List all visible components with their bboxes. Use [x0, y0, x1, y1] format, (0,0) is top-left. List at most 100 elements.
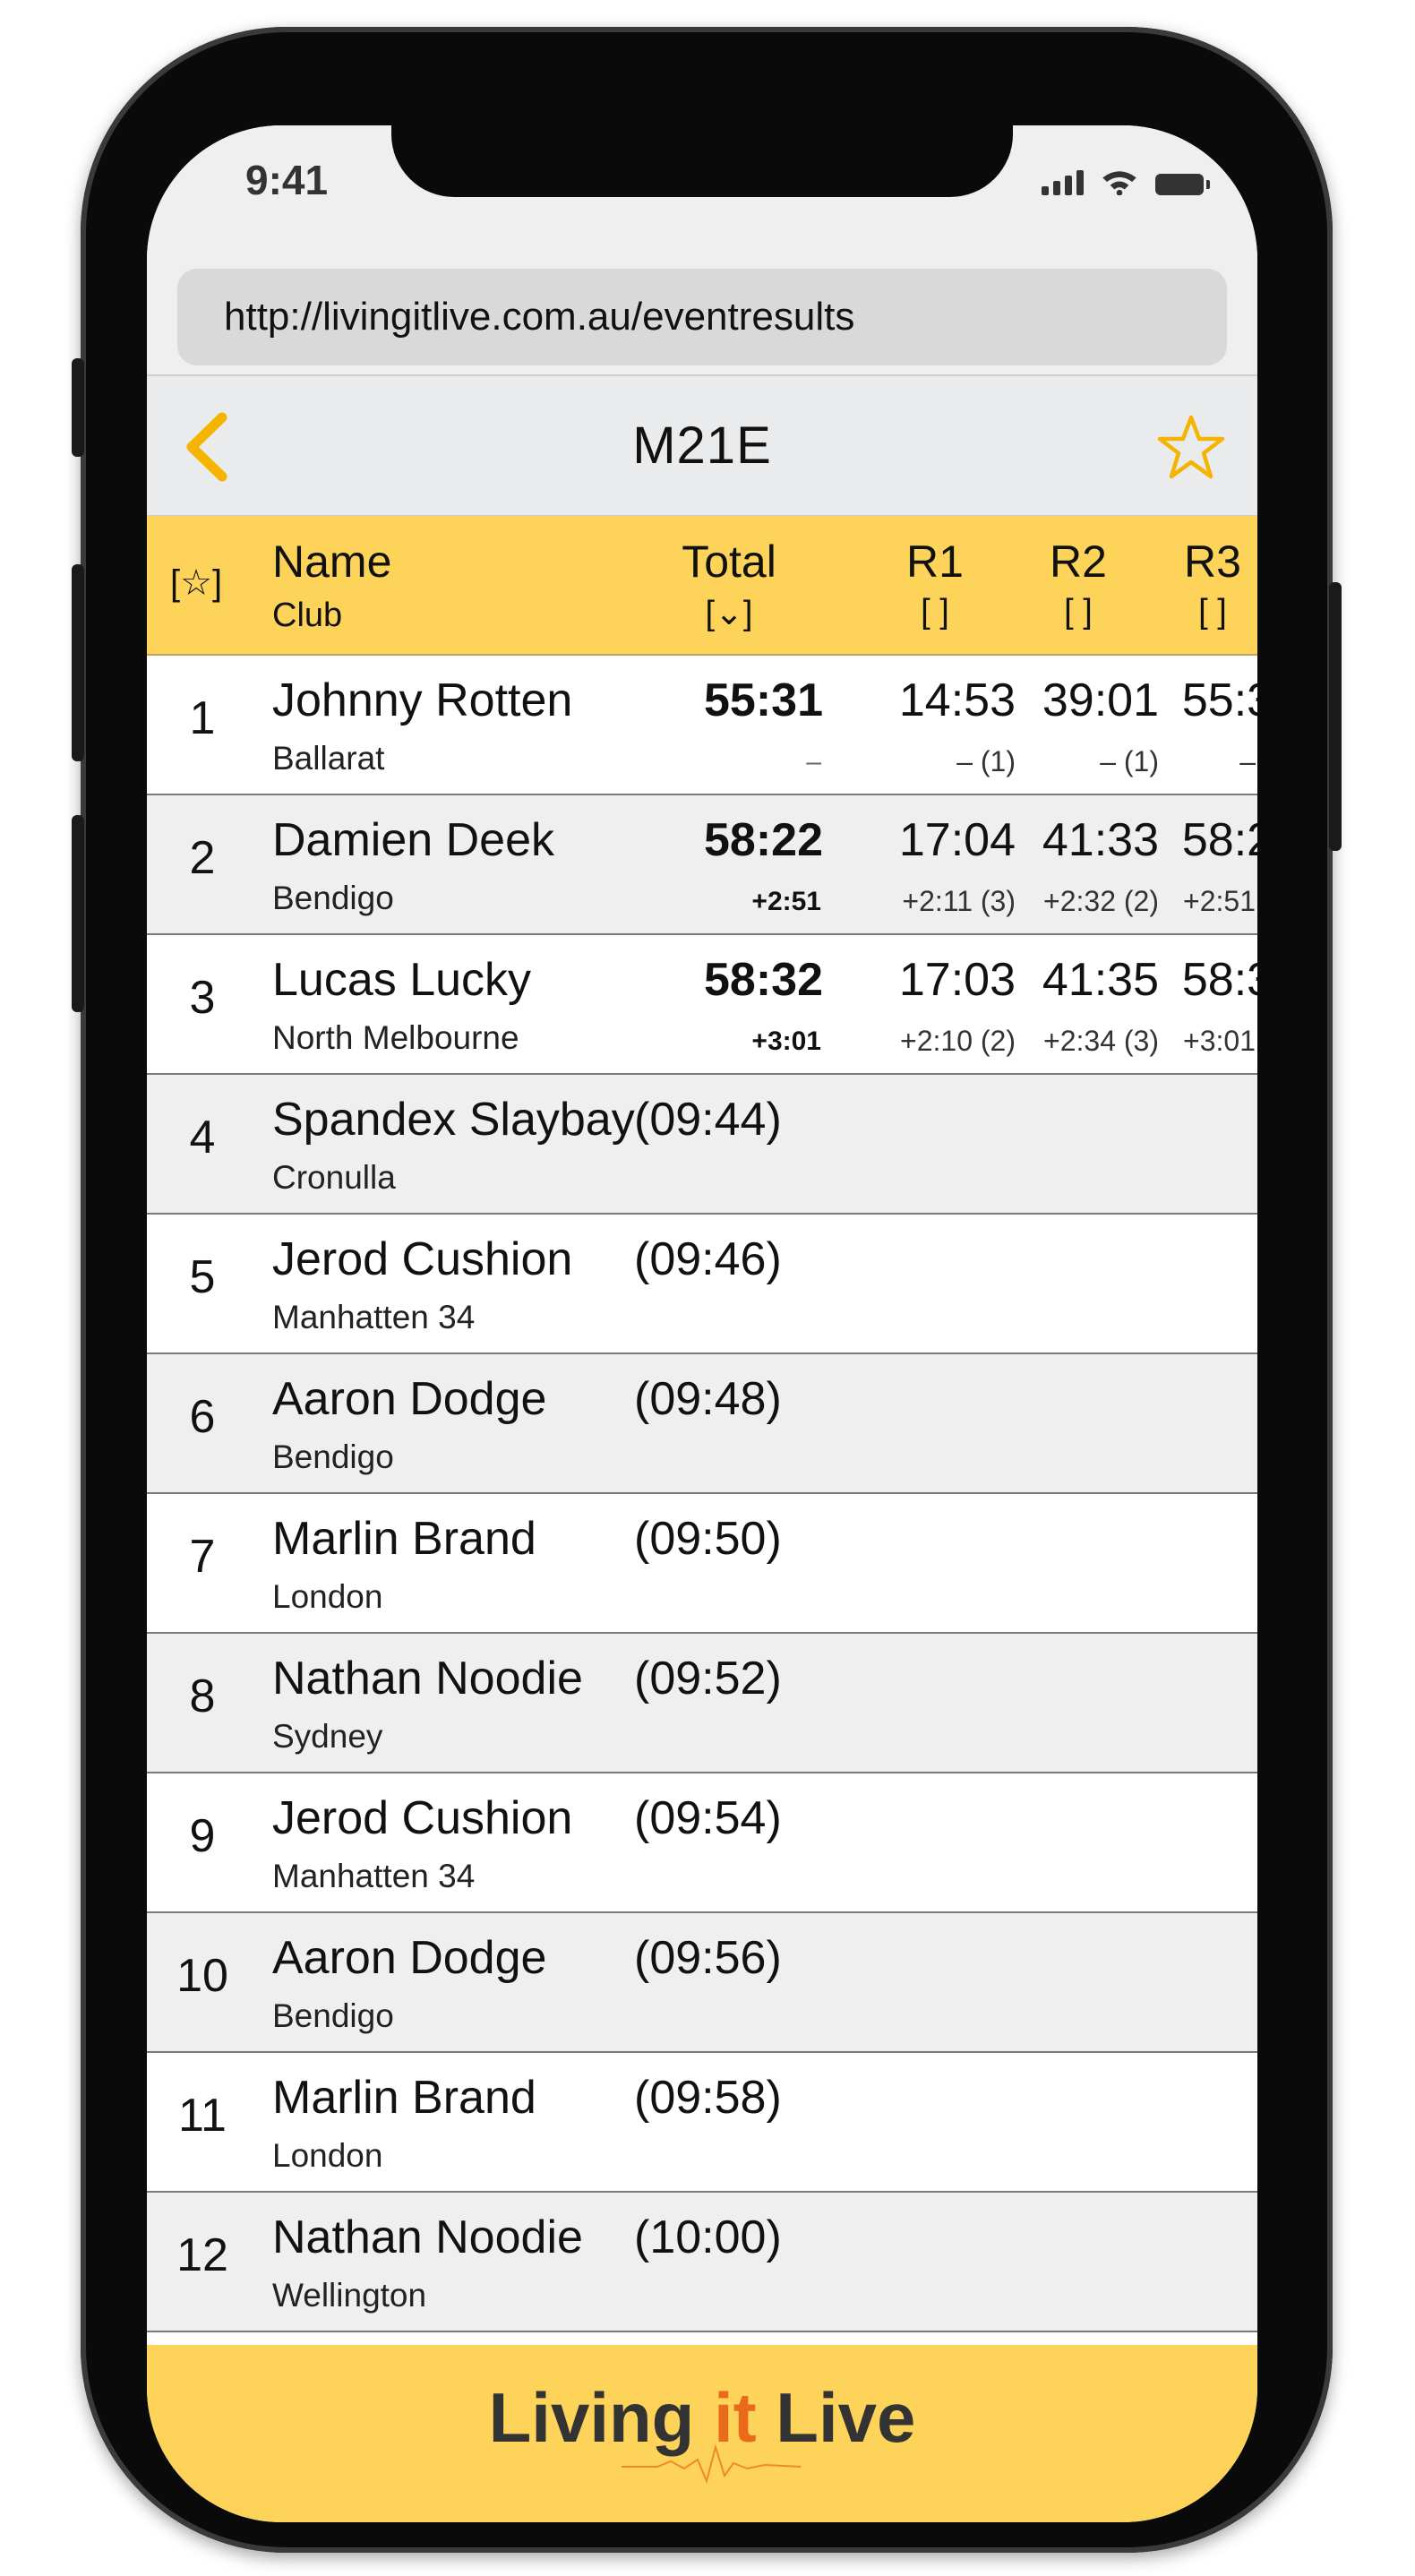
r3-column-label: R3 — [1184, 537, 1241, 587]
table-row[interactable]: 2 Damien Deek Bendigo 58:22 +2:51 17:04 … — [147, 795, 1257, 935]
row-total: 58:22 — [704, 814, 823, 866]
results-table-header: [☆] Name Club Total [⌄] R1 [ ] R2 [ ] R3… — [147, 516, 1257, 656]
total-column-header[interactable]: Total [⌄] — [630, 536, 828, 633]
row-name: Johnny Rotten — [272, 674, 573, 726]
row-club: North Melbourne — [272, 1019, 519, 1056]
row-club: London — [272, 2137, 383, 2174]
row-position: 7 — [189, 1531, 216, 1583]
row-position: 12 — [176, 2229, 228, 2281]
row-r3-split: +3:01 (3) — [1183, 1025, 1257, 1057]
table-row[interactable]: 7 Marlin Brand London (09:50) — [147, 1494, 1257, 1634]
row-r2-time: 39:01 — [1042, 674, 1159, 726]
row-name: Marlin Brand — [272, 2072, 536, 2124]
row-club: Wellington — [272, 2277, 427, 2314]
row-r3-time: 58:32 — [1181, 954, 1257, 1006]
row-name: Spandex Slaybay — [272, 1094, 635, 1146]
row-r1-time: 17:03 — [898, 954, 1016, 1006]
row-start-time: (09:50) — [634, 1513, 782, 1565]
url-bar[interactable]: http://livingitlive.com.au/eventresults — [177, 269, 1227, 365]
row-total-diff: +2:51 — [751, 887, 821, 916]
name-column-header[interactable]: Name — [272, 536, 391, 588]
row-name: Aaron Dodge — [272, 1932, 547, 1984]
row-position: 5 — [189, 1251, 216, 1303]
row-r2-time: 41:35 — [1042, 954, 1159, 1006]
r2-column-header[interactable]: R2 [ ] — [1007, 536, 1150, 631]
volume-up-button — [72, 564, 84, 761]
table-row[interactable]: 6 Aaron Dodge Bendigo (09:48) — [147, 1354, 1257, 1494]
row-club: Manhatten 34 — [272, 1858, 476, 1894]
row-start-time: (09:46) — [634, 1233, 782, 1285]
phone-notch — [391, 125, 1013, 197]
table-row[interactable]: 8 Nathan Noodie Sydney (09:52) — [147, 1634, 1257, 1773]
row-club: Ballarat — [272, 740, 385, 777]
row-club: Cronulla — [272, 1159, 396, 1196]
total-sort-indicator[interactable]: [⌄] — [630, 593, 828, 633]
battery-icon — [1155, 174, 1210, 195]
total-column-label: Total — [682, 537, 776, 587]
row-total-diff: +3:01 — [751, 1026, 821, 1056]
star-outline-icon[interactable] — [1157, 414, 1225, 482]
row-club: London — [272, 1578, 383, 1615]
row-r3-split: – (1) — [1239, 745, 1257, 777]
row-start-time: (09:54) — [634, 1792, 782, 1844]
r2-sort-indicator[interactable]: [ ] — [1007, 593, 1150, 631]
row-position: 3 — [189, 972, 216, 1024]
row-r3-time: 55:31 — [1181, 674, 1257, 726]
r1-column-header[interactable]: R1 [ ] — [863, 536, 1007, 631]
table-row[interactable]: 4 Spandex Slaybay Cronulla (09:44) — [147, 1075, 1257, 1215]
browser-chrome: http://livingitlive.com.au/eventresults — [147, 260, 1257, 376]
row-name: Nathan Noodie — [272, 1653, 583, 1704]
row-club: Bendigo — [272, 1997, 394, 2034]
row-club: Manhatten 34 — [272, 1299, 476, 1335]
row-club: Sydney — [272, 1718, 383, 1755]
row-position: 1 — [189, 692, 216, 744]
favorite-column-header[interactable]: [☆] — [170, 562, 222, 604]
status-time: 9:41 — [245, 157, 329, 203]
row-start-time: (09:52) — [634, 1653, 782, 1704]
table-row[interactable]: 3 Lucas Lucky North Melbourne 58:32 +3:0… — [147, 935, 1257, 1075]
row-r1-split: – (1) — [956, 745, 1016, 777]
row-position: 2 — [189, 832, 216, 884]
row-r2-split: +2:32 (2) — [1043, 885, 1159, 917]
row-total: 58:32 — [704, 954, 823, 1006]
club-column-header[interactable]: Club — [272, 597, 342, 635]
phone-screen: 9:41 http://livingitlive.com.au/eventres… — [147, 125, 1257, 2522]
table-row[interactable]: 11 Marlin Brand London (09:58) — [147, 2053, 1257, 2193]
heartbeat-line-icon — [622, 2443, 801, 2485]
row-r3-time: 58:22 — [1181, 814, 1257, 866]
r2-column-label: R2 — [1050, 537, 1107, 587]
footer-bar: Living it Live — [147, 2345, 1257, 2522]
row-start-time: (09:48) — [634, 1373, 782, 1425]
row-r3-split: +2:51 (2) — [1183, 885, 1257, 917]
row-r1-time: 17:04 — [898, 814, 1016, 866]
row-club: Bendigo — [272, 1438, 394, 1475]
table-row[interactable]: 12 Nathan Noodie Wellington (10:00) — [147, 2193, 1257, 2332]
volume-down-button — [72, 815, 84, 1012]
row-position: 11 — [178, 2090, 227, 2142]
r3-column-header[interactable]: R3 [ ] — [1141, 536, 1257, 631]
table-row[interactable]: 1 Johnny Rotten Ballarat 55:31 – 14:53 –… — [147, 656, 1257, 795]
row-total-diff: – — [806, 747, 821, 777]
row-name: Nathan Noodie — [272, 2211, 583, 2263]
r1-sort-indicator[interactable]: [ ] — [863, 593, 1007, 631]
row-r1-time: 14:53 — [898, 674, 1016, 726]
row-start-time: (09:44) — [634, 1094, 782, 1146]
table-row[interactable]: 9 Jerod Cushion Manhatten 34 (09:54) — [147, 1773, 1257, 1913]
row-start-time: (09:58) — [634, 2072, 782, 2124]
row-position: 6 — [189, 1391, 216, 1443]
row-r1-split: +2:10 (2) — [900, 1025, 1016, 1057]
row-r1-split: +2:11 (3) — [902, 885, 1016, 917]
row-position: 8 — [189, 1670, 216, 1722]
r1-column-label: R1 — [906, 537, 964, 587]
row-position: 10 — [176, 1950, 228, 2002]
mute-switch — [72, 358, 84, 457]
row-position: 9 — [189, 1810, 216, 1862]
signal-icon — [1042, 170, 1084, 195]
results-table-body: 1 Johnny Rotten Ballarat 55:31 – 14:53 –… — [147, 656, 1257, 2332]
table-row[interactable]: 10 Aaron Dodge Bendigo (09:56) — [147, 1913, 1257, 2053]
row-club: Bendigo — [272, 880, 394, 916]
navigation-bar: M21E — [147, 376, 1257, 516]
r3-sort-indicator[interactable]: [ ] — [1141, 593, 1257, 631]
table-row[interactable]: 5 Jerod Cushion Manhatten 34 (09:46) — [147, 1215, 1257, 1354]
row-start-time: (10:00) — [634, 2211, 782, 2263]
